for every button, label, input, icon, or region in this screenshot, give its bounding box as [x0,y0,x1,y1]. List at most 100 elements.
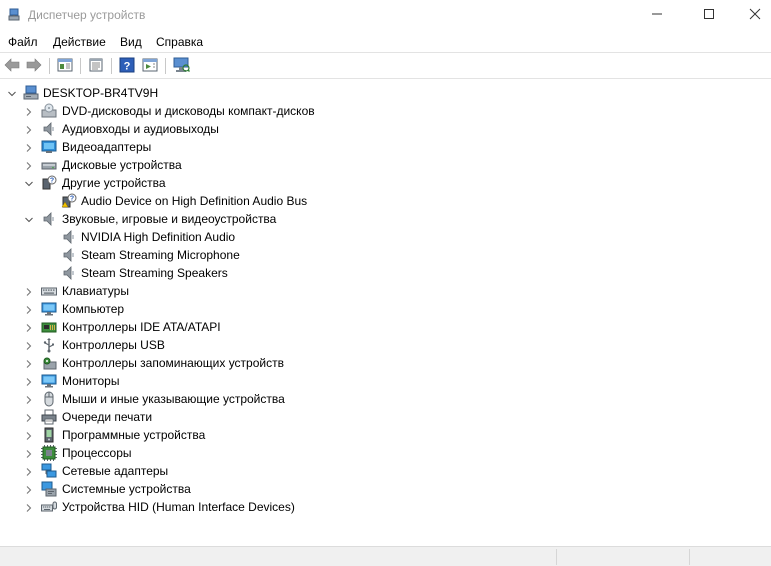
mouse-icon [41,391,57,407]
toolbar-separator [111,58,112,74]
chevron-right-icon[interactable] [24,412,34,422]
monitor-icon [41,373,57,389]
speaker-icon [41,211,57,227]
disk-drive-icon [41,157,57,173]
unknown-device-warning-icon: ? [61,193,77,209]
tree-item-label: Другие устройства [62,176,166,190]
menu-view[interactable]: Вид [120,35,142,49]
toolbar-separator [80,58,81,74]
chevron-right-icon[interactable] [24,394,34,404]
tree-item-label: Аудиовходы и аудиовыходы [62,122,219,136]
back-button[interactable] [2,57,22,75]
tree-item-label: Процессоры [62,446,132,460]
tree-item-label: Audio Device on High Definition Audio Bu… [81,194,308,208]
status-separator [689,549,690,565]
tree-item-label: Очереди печати [62,410,153,424]
chevron-right-icon[interactable] [24,448,34,458]
tree-category[interactable]: Компьютер [0,300,771,318]
minimize-button[interactable] [634,0,680,31]
tree-category[interactable]: Системные устройства [0,480,771,498]
tree-category[interactable]: Видеоадаптеры [0,138,771,156]
chevron-right-icon[interactable] [24,106,34,116]
tree-category[interactable]: Процессоры [0,444,771,462]
maximize-button[interactable] [686,0,732,31]
tree-item-label: Клавиатуры [62,284,129,298]
close-button[interactable] [732,0,771,31]
tree-category[interactable]: Устройства HID (Human Interface Devices) [0,498,771,516]
storage-controller-icon [41,355,57,371]
system-device-icon [41,481,57,497]
tree-category[interactable]: Звуковые, игровые и видеоустройства [0,210,771,228]
chevron-right-icon[interactable] [24,502,34,512]
maximize-icon [703,8,715,23]
window-title: Диспетчер устройств [28,8,146,22]
monitor-icon [41,301,57,317]
toolbar: ? [0,54,771,79]
display-adapter-icon [41,139,57,155]
chevron-down-icon[interactable] [7,88,17,98]
tree-category[interactable]: Мониторы [0,372,771,390]
chevron-right-icon[interactable] [24,286,34,296]
tree-category[interactable]: Контроллеры USB [0,336,771,354]
chevron-right-icon[interactable] [24,430,34,440]
menu-file[interactable]: Файл [8,35,38,49]
status-bar [0,546,771,566]
chevron-down-icon[interactable] [24,214,34,224]
tree-category[interactable]: Клавиатуры [0,282,771,300]
tree-device[interactable]: Steam Streaming Speakers [0,264,771,282]
tree-item-label: Системные устройства [62,482,191,496]
chevron-right-icon[interactable] [24,304,34,314]
action-pane-button[interactable] [140,57,160,75]
tree-category[interactable]: Программные устройства [0,426,771,444]
chevron-right-icon[interactable] [24,466,34,476]
svg-text:?: ? [50,178,54,185]
speaker-icon [61,229,77,245]
chevron-right-icon[interactable] [24,160,34,170]
forward-button[interactable] [24,57,44,75]
scan-hardware-button[interactable] [171,57,191,75]
tree-category[interactable]: Очереди печати [0,408,771,426]
tree-category[interactable]: ? Другие устройства [0,174,771,192]
tree-category[interactable]: Мыши и иные указывающие устройства [0,390,771,408]
tree-item-label: Программные устройства [62,428,206,442]
svg-text:?: ? [124,60,131,72]
chevron-right-icon[interactable] [24,358,34,368]
title-bar: Диспетчер устройств [0,0,771,31]
device-manager-icon [7,8,21,22]
tree-category[interactable]: DVD-дисководы и дисководы компакт-дисков [0,102,771,120]
tree-item-label: Контроллеры IDE ATA/ATAPI [62,320,221,334]
close-icon [749,8,761,23]
svg-text:?: ? [70,196,74,203]
tree-item-label: Steam Streaming Microphone [81,248,240,262]
tree-category[interactable]: Сетевые адаптеры [0,462,771,480]
chevron-down-icon[interactable] [24,178,34,188]
speaker-icon [41,121,57,137]
chevron-right-icon[interactable] [24,124,34,134]
chevron-right-icon[interactable] [24,142,34,152]
properties-button[interactable] [86,57,106,75]
tree-item-label: Дисковые устройства [62,158,182,172]
tree-device[interactable]: Steam Streaming Microphone [0,246,771,264]
action-pane-icon [142,58,158,75]
chevron-right-icon[interactable] [24,322,34,332]
tree-device[interactable]: ? Audio Device on High Definition Audio B… [0,192,771,210]
tree-root[interactable]: DESKTOP-BR4TV9H [0,84,771,102]
chevron-right-icon[interactable] [24,340,34,350]
usb-icon [41,337,57,353]
forward-arrow-icon [26,57,42,75]
tree-device[interactable]: NVIDIA High Definition Audio [0,228,771,246]
scan-hardware-icon [172,57,190,76]
tree-category[interactable]: Дисковые устройства [0,156,771,174]
menu-help[interactable]: Справка [156,35,203,49]
menu-action[interactable]: Действие [53,35,106,49]
properties-icon [88,58,104,75]
menu-bar: Файл Действие Вид Справка [0,31,771,53]
show-hide-console-tree-button[interactable] [55,57,75,75]
tree-category[interactable]: Аудиовходы и аудиовыходы [0,120,771,138]
tree-category[interactable]: Контроллеры IDE ATA/ATAPI [0,318,771,336]
speaker-icon [61,247,77,263]
help-button[interactable]: ? [117,57,137,75]
chevron-right-icon[interactable] [24,376,34,386]
tree-category[interactable]: Контроллеры запоминающих устройств [0,354,771,372]
chevron-right-icon[interactable] [24,484,34,494]
